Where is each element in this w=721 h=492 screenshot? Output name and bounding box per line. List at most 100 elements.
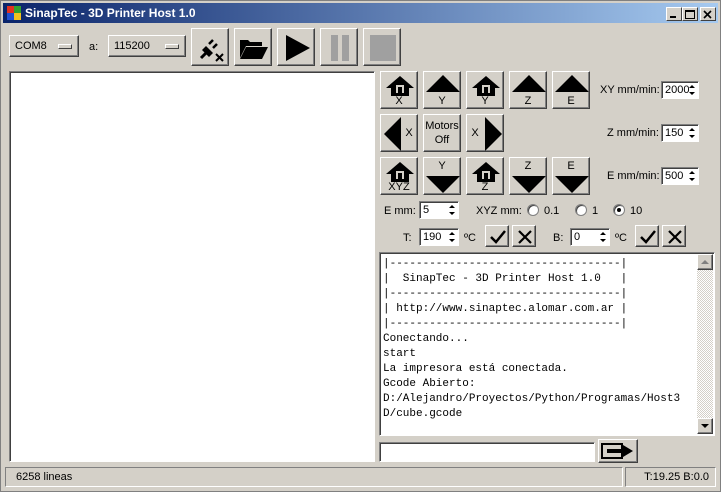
z-plus-button[interactable]: Z [509,71,547,109]
hotend-off-button[interactable] [512,225,536,247]
z-minus-button[interactable]: Z [509,157,547,195]
y-plus-button[interactable]: Y [423,71,461,109]
e-step-label: E mm: [384,205,416,217]
bed-temp-unit: ºC [615,232,627,244]
check-icon [490,230,506,244]
z-speed-spinner[interactable]: 150 [661,124,699,142]
spinner-arrows-icon [449,205,455,215]
motors-off-label: Motors [425,120,459,132]
scroll-down-button[interactable] [697,418,713,434]
z-plus-label: Z [524,95,532,107]
maximize-icon [685,10,695,19]
console-output[interactable]: |-----------------------------------| | S… [379,252,715,436]
status-lines-cell: 6258 lineas [5,467,623,487]
send-command-button[interactable] [598,439,638,463]
disconnect-button[interactable] [191,28,229,66]
minimize-icon [670,16,676,18]
e-plus-button[interactable]: E [552,71,590,109]
baud-label: a: [89,41,99,53]
close-icon [518,230,532,244]
hotend-temp-label: T: [403,232,412,244]
plug-disconnect-icon [199,39,224,62]
home-x-label: X [395,95,403,107]
console-line: start [383,348,417,360]
bed-temp-value: 0 [574,231,581,243]
home-all-label: XYZ [388,181,410,193]
spinner-arrows-icon [449,232,455,242]
command-input[interactable] [379,442,595,462]
chevron-down-icon [165,44,179,49]
close-icon [703,10,712,19]
step-option-10: 10 [630,205,643,217]
e-step-spinner[interactable]: 5 [419,201,459,219]
hotend-temp-unit: ºC [464,232,476,244]
console-line: D/cube.gcode [383,408,463,420]
step-radio-0-1[interactable] [527,204,539,216]
baud-select[interactable]: 115200 [108,35,186,57]
home-z-button[interactable]: Z [466,157,504,195]
arrow-up-icon [701,260,709,264]
status-bar: 6258 lineas T:19.25 B:0.0 [3,465,718,489]
maximize-button[interactable] [682,7,698,21]
hotend-temp-spinner[interactable]: 190 [419,228,459,246]
x-minus-button[interactable]: X [380,114,418,152]
home-z-label: Z [481,181,489,193]
pause-icon [331,35,349,61]
stop-icon [370,35,396,61]
z-speed-value: 150 [665,127,684,139]
port-select[interactable]: COM8 [9,35,79,57]
pause-button[interactable] [320,28,358,66]
step-option-0-1: 0.1 [544,205,560,217]
step-radio-10[interactable] [613,204,625,216]
xy-speed-spinner[interactable]: 2000 [661,81,699,99]
console-scrollbar[interactable] [697,254,713,434]
window-title: SinapTec - 3D Printer Host 1.0 [25,6,196,20]
x-minus-label: X [405,127,413,139]
console-line: |-----------------------------------| [383,258,628,270]
bed-temp-spinner[interactable]: 0 [570,228,610,246]
app-icon [7,6,21,20]
folder-open-icon [240,40,268,59]
home-y-button[interactable]: Y [466,71,504,109]
close-button[interactable] [700,7,716,21]
console-text: |-----------------------------------| | S… [383,257,699,432]
temperature-readout: T:19.25 B:0.0 [644,471,709,483]
e-minus-label: E [567,160,575,172]
scroll-up-button[interactable] [697,254,713,270]
send-arrow-icon [601,443,633,459]
spinner-arrows-icon [689,171,695,181]
port-value: COM8 [15,40,47,52]
step-radio-1[interactable] [575,204,587,216]
motors-off-button[interactable]: Motors Off [423,114,461,152]
y-minus-button[interactable]: Y [423,157,461,195]
step-option-1: 1 [592,205,599,217]
e-minus-button[interactable]: E [552,157,590,195]
line-count: 6258 lineas [16,471,73,483]
e-speed-spinner[interactable]: 500 [661,167,699,185]
bed-set-button[interactable] [635,225,659,247]
main-window: SinapTec - 3D Printer Host 1.0 COM8 a: 1… [0,0,721,492]
play-button[interactable] [277,28,315,66]
title-bar[interactable]: SinapTec - 3D Printer Host 1.0 [3,3,718,23]
bed-off-button[interactable] [662,225,686,247]
y-minus-label: Y [438,160,446,172]
minimize-button[interactable] [666,7,682,21]
gcode-preview-pane[interactable] [9,71,375,462]
console-line: |-----------------------------------| [383,318,628,330]
open-file-button[interactable] [234,28,272,66]
spinner-arrows-icon [689,128,695,138]
home-x-button[interactable]: X [380,71,418,109]
home-all-button[interactable]: XYZ [380,157,418,195]
e-plus-label: E [567,95,575,107]
xy-speed-label: XY mm/min: [600,84,660,96]
e-speed-value: 500 [665,170,684,182]
x-plus-button[interactable]: X [466,114,504,152]
hotend-set-button[interactable] [485,225,509,247]
bed-temp-label: B: [553,232,564,244]
stop-button[interactable] [363,28,401,66]
y-plus-label: Y [438,95,446,107]
play-icon [286,35,310,61]
spinner-arrows-icon [689,85,695,95]
e-step-value: 5 [423,204,430,216]
x-plus-label: X [471,127,479,139]
